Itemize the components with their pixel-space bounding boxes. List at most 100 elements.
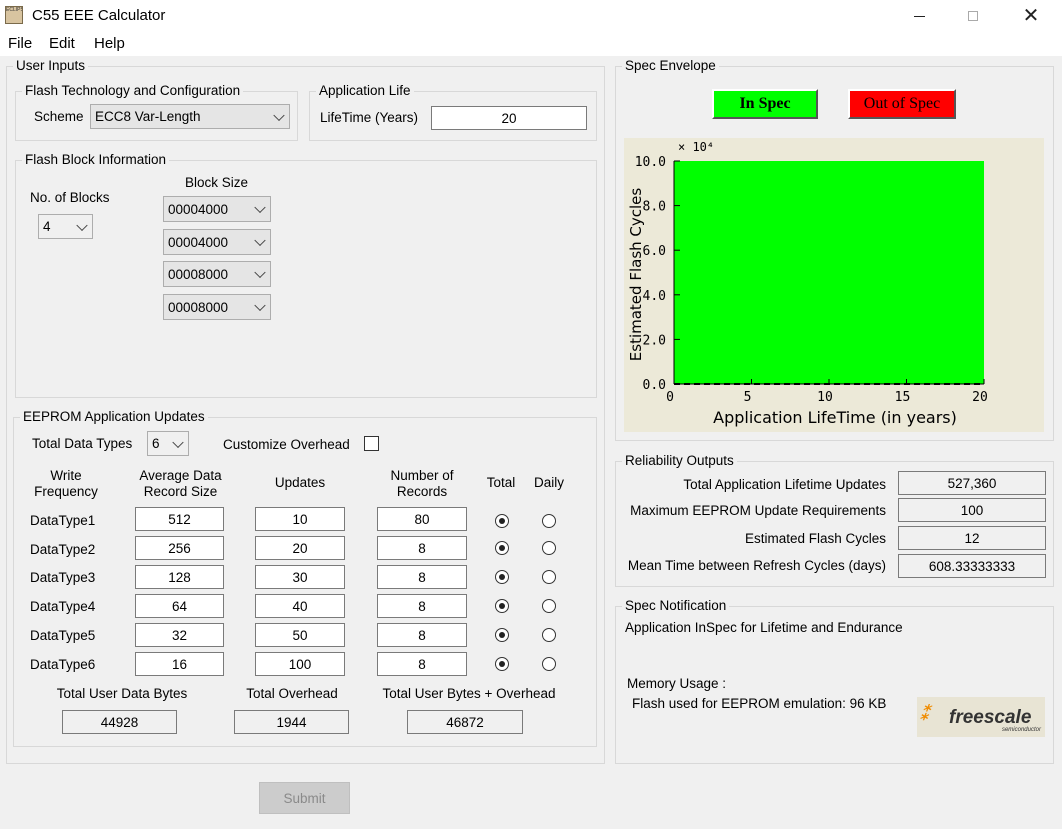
- total-radio[interactable]: [495, 628, 509, 642]
- chart-multiplier-label: × 10⁴: [678, 140, 714, 154]
- refresh-cycles-label: Mean Time between Refresh Cycles (days): [627, 558, 886, 573]
- total-radio[interactable]: [495, 599, 509, 613]
- flash-cycles-value: 12: [898, 526, 1046, 550]
- app-icon: ECLIPSE: [5, 6, 23, 24]
- record-size-input[interactable]: 512: [135, 507, 224, 531]
- block-size-select-4[interactable]: 00008000: [163, 294, 271, 320]
- row-name: DataType1: [30, 513, 96, 528]
- maximize-button[interactable]: [950, 0, 996, 32]
- row-name: DataType4: [30, 599, 96, 614]
- total-types-select[interactable]: 6: [147, 431, 189, 456]
- scheme-select[interactable]: ECC8 Var-Length: [90, 104, 290, 129]
- block-size-value: 00004000: [168, 201, 229, 217]
- memory-usage-label: Memory Usage :: [627, 676, 727, 691]
- block-size-select-1[interactable]: 00004000: [163, 196, 271, 222]
- spec-envelope-chart: 0.0 2.0 4.0 6.0 8.0 10.0 0 5 10 15 20 × 10⁴ Applicat…: [624, 138, 1044, 432]
- chart-y-tick-label: 10.0: [635, 155, 666, 170]
- lifetime-updates-label: Total Application Lifetime Updates: [683, 477, 886, 492]
- total-radio[interactable]: [495, 541, 509, 555]
- row-name: DataType5: [30, 628, 96, 643]
- chart-area-series-0: [674, 161, 984, 384]
- block-size-value: 00008000: [168, 266, 229, 282]
- updates-input[interactable]: 20: [255, 536, 345, 560]
- chart-y-tick-label: 6.0: [643, 244, 666, 259]
- updates-input[interactable]: 40: [255, 594, 345, 618]
- header-write-frequency: Write Frequency: [34, 468, 98, 499]
- block-size-select-2[interactable]: 00004000: [163, 229, 271, 255]
- eeprom-legend: EEPROM Application Updates: [20, 409, 208, 425]
- chevron-down-icon: [254, 201, 266, 214]
- updates-input[interactable]: 50: [255, 623, 345, 647]
- block-size-select-3[interactable]: 00008000: [163, 261, 271, 287]
- records-input[interactable]: 8: [377, 536, 467, 560]
- total-radio[interactable]: [495, 570, 509, 584]
- freescale-logo: ⁑ freescale semiconductor: [917, 697, 1045, 737]
- chart-y-tick-label: 8.0: [643, 200, 666, 215]
- updates-input[interactable]: 30: [255, 565, 345, 589]
- in-spec-indicator: In Spec: [712, 89, 818, 119]
- refresh-cycles-value: 608.33333333: [898, 554, 1046, 578]
- num-blocks-select[interactable]: 4: [38, 214, 93, 239]
- menu-edit[interactable]: Edit: [49, 35, 75, 52]
- records-input[interactable]: 8: [377, 652, 467, 676]
- window-title: C55 EEE Calculator: [32, 7, 166, 24]
- total-radio[interactable]: [495, 514, 509, 528]
- menu-bar: [0, 32, 1062, 56]
- total-user-bytes-value: 44928: [62, 710, 177, 734]
- record-size-input[interactable]: 128: [135, 565, 224, 589]
- chevron-down-icon: [254, 234, 266, 247]
- daily-radio[interactable]: [542, 514, 556, 528]
- record-size-input[interactable]: 32: [135, 623, 224, 647]
- records-input[interactable]: 8: [377, 594, 467, 618]
- close-button[interactable]: ✕: [1008, 0, 1054, 32]
- chart-x-tick-label: 10: [817, 390, 833, 405]
- customize-label: Customize Overhead: [223, 437, 350, 452]
- flash-tech-legend: Flash Technology and Configuration: [22, 83, 244, 99]
- row-name: DataType2: [30, 542, 96, 557]
- records-input[interactable]: 80: [377, 507, 467, 531]
- lifetime-updates-value: 527,360: [898, 471, 1046, 495]
- chevron-down-icon: [273, 109, 285, 121]
- header-daily: Daily: [533, 475, 564, 490]
- block-size-value: 00004000: [168, 234, 229, 250]
- notification-message: Application InSpec for Lifetime and Endu…: [625, 620, 903, 635]
- daily-radio[interactable]: [542, 657, 556, 671]
- daily-radio[interactable]: [542, 628, 556, 642]
- records-input[interactable]: 8: [377, 565, 467, 589]
- customize-overhead-checkbox[interactable]: [364, 436, 379, 451]
- updates-input[interactable]: 100: [255, 652, 345, 676]
- submit-button[interactable]: Submit: [259, 782, 350, 814]
- daily-radio[interactable]: [542, 599, 556, 613]
- total-overhead-label: Total Overhead: [246, 686, 338, 701]
- chart-x-tick-label: 0: [666, 390, 674, 405]
- chart-y-axis-label: Estimated Flash Cycles: [627, 188, 645, 362]
- total-types-value: 6: [152, 436, 160, 451]
- menu-help[interactable]: Help: [94, 35, 125, 52]
- menu-file[interactable]: File: [8, 35, 32, 52]
- block-size-label: Block Size: [185, 175, 249, 190]
- num-blocks-value: 4: [43, 219, 51, 234]
- updates-input[interactable]: 10: [255, 507, 345, 531]
- total-radio[interactable]: [495, 657, 509, 671]
- block-size-value: 00008000: [168, 299, 229, 315]
- app-life-legend: Application Life: [316, 83, 414, 99]
- logo-subtext: semiconductor: [1001, 727, 1041, 733]
- flash-cycles-label: Estimated Flash Cycles: [744, 531, 886, 546]
- header-avg-record-size: Average Data Record Size: [139, 468, 222, 499]
- header-total: Total: [486, 475, 516, 490]
- chevron-down-icon: [254, 266, 266, 279]
- record-size-input[interactable]: 64: [135, 594, 224, 618]
- lifetime-input[interactable]: 20: [431, 106, 587, 130]
- record-size-input[interactable]: 256: [135, 536, 224, 560]
- close-icon: ✕: [1022, 5, 1040, 27]
- reliability-legend: Reliability Outputs: [622, 453, 737, 469]
- maximize-icon: [968, 11, 978, 21]
- scheme-label: Scheme: [34, 109, 84, 124]
- records-input[interactable]: 8: [377, 623, 467, 647]
- minimize-button[interactable]: [896, 0, 942, 32]
- chevron-down-icon: [76, 219, 88, 231]
- daily-radio[interactable]: [542, 541, 556, 555]
- spec-envelope-legend: Spec Envelope: [622, 58, 719, 74]
- daily-radio[interactable]: [542, 570, 556, 584]
- record-size-input[interactable]: 16: [135, 652, 224, 676]
